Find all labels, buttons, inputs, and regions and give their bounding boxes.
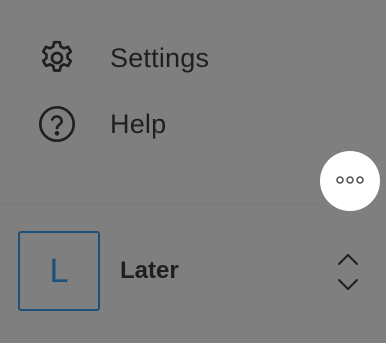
gear-icon (36, 37, 78, 79)
account-switcher-row[interactable]: L Later (18, 231, 368, 311)
menu-item-help[interactable]: Help (36, 102, 166, 146)
account-name: Later (120, 257, 179, 284)
menu-item-settings[interactable]: Settings (36, 36, 209, 80)
more-options-button[interactable] (320, 151, 380, 211)
menu-item-label: Help (110, 108, 167, 139)
menu-item-label: Settings (110, 42, 210, 73)
help-circle-icon (36, 103, 78, 145)
chevron-up-down-icon[interactable] (335, 251, 361, 293)
ellipsis-icon (335, 172, 365, 190)
avatar: L (18, 231, 100, 311)
divider (0, 203, 318, 204)
